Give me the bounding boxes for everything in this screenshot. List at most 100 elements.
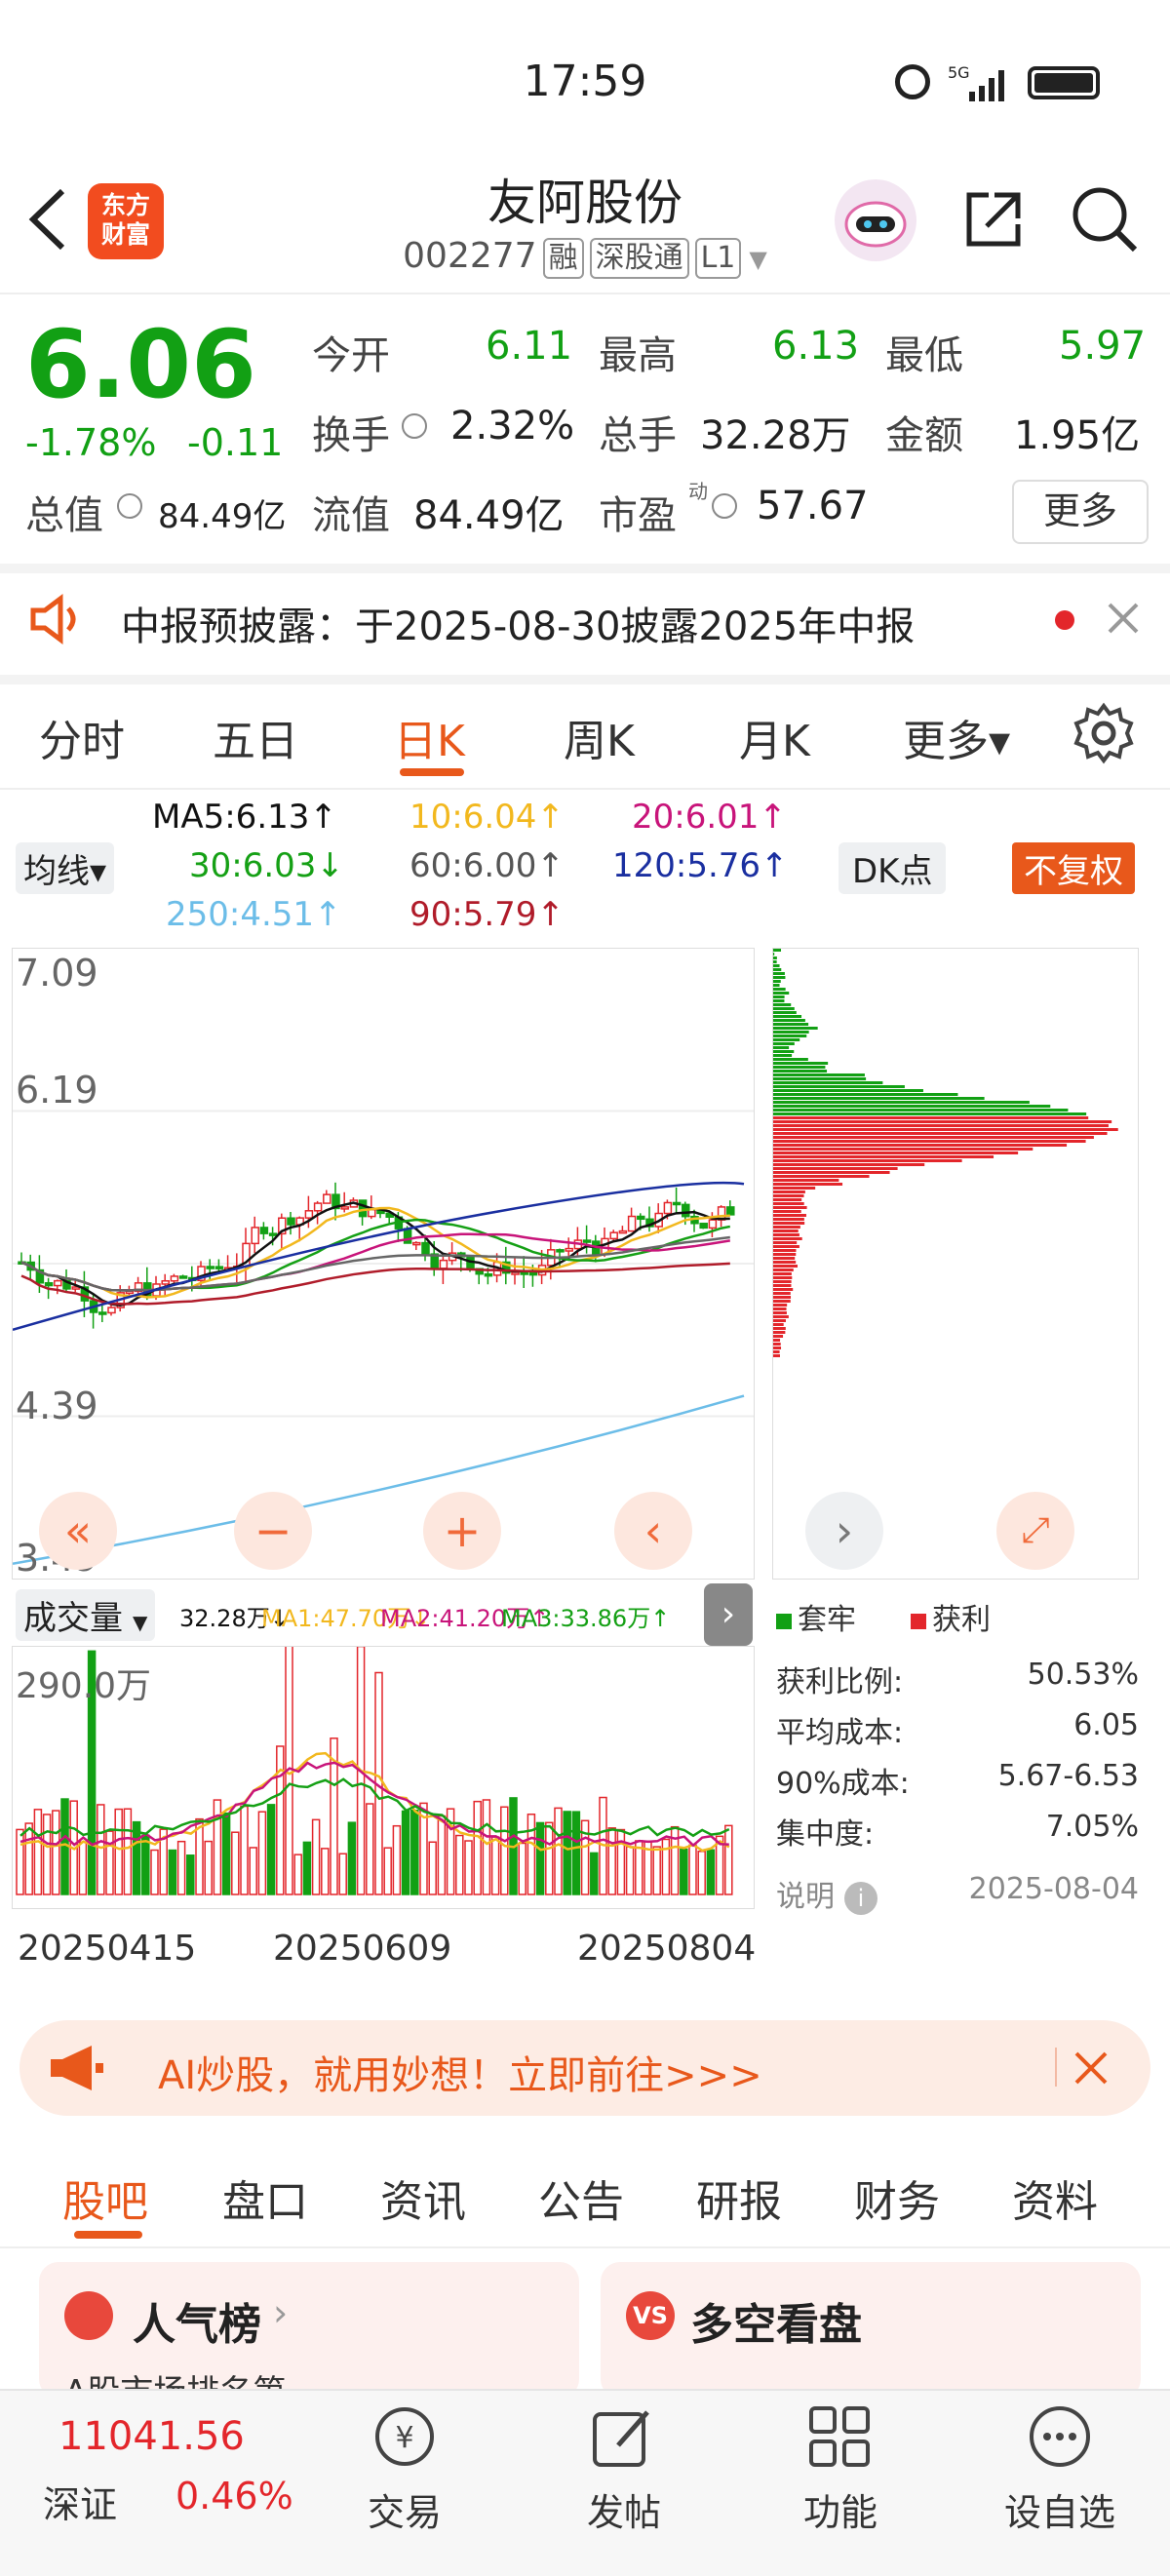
volume-value: 32.28万 <box>700 413 851 458</box>
robot-avatar-icon[interactable] <box>835 179 916 261</box>
tab-five-day[interactable]: 五日 <box>213 706 298 768</box>
ai-banner-text[interactable]: AI炒股，就用妙想！立即前往>>> <box>158 2044 762 2100</box>
chip-bar <box>773 1272 792 1275</box>
index-value[interactable]: 11041.56 <box>58 2414 245 2459</box>
pe-label: 市盈 <box>599 493 677 538</box>
ma90-value: 90:5.79↑ <box>410 895 565 934</box>
svg-text:¥: ¥ <box>395 2421 413 2455</box>
chip-bar <box>773 1222 805 1225</box>
tab-research[interactable]: 研报 <box>696 2166 782 2229</box>
gear-icon[interactable] <box>1072 702 1135 768</box>
volume-bar <box>428 1841 437 1895</box>
volume-bar <box>697 1851 706 1895</box>
tab-financials[interactable]: 财务 <box>854 2166 940 2229</box>
chip-bar <box>773 1183 843 1186</box>
index-change: 0.46% <box>176 2475 293 2517</box>
chip-bar <box>773 1050 795 1053</box>
volume-selector[interactable]: 成交量 ▼ <box>16 1589 156 1641</box>
expand-icon[interactable]: ⤢ <box>996 1492 1074 1570</box>
volume-bar <box>464 1840 473 1895</box>
zoom-out-button[interactable]: − <box>234 1492 312 1570</box>
legend-loss-label: 套牢 <box>798 1603 856 1637</box>
nav-add-watchlist[interactable]: 设自选 <box>987 2482 1133 2536</box>
info-icon[interactable] <box>117 493 142 519</box>
more-button[interactable]: 更多 <box>1012 480 1149 544</box>
speaker-icon <box>27 593 86 649</box>
kline-svg <box>12 1110 754 1566</box>
chip-bar <box>773 1089 923 1092</box>
nav-functions[interactable]: 功能 <box>782 2482 899 2536</box>
chip-bar <box>773 1233 800 1236</box>
grid-icon[interactable] <box>805 2402 874 2475</box>
volume-bar <box>240 1805 249 1895</box>
volume-bar <box>321 1848 330 1895</box>
dk-point-selector[interactable]: DK点 <box>838 842 947 894</box>
volume-bar <box>392 1824 402 1895</box>
expand-indicators-button[interactable]: › <box>704 1583 753 1646</box>
amount-label: 金额 <box>885 413 963 458</box>
search-icon[interactable] <box>1069 183 1141 259</box>
scroll-left-button[interactable]: ‹ <box>614 1492 692 1570</box>
chip-bar <box>773 1151 1019 1154</box>
chip-bar <box>773 1218 804 1221</box>
candle-body <box>565 1247 573 1252</box>
candle-body <box>511 1271 520 1275</box>
chip-bar <box>773 992 790 995</box>
tab-more[interactable]: 更多▾ <box>903 706 1010 768</box>
compose-icon[interactable] <box>589 2402 657 2475</box>
tab-profile[interactable]: 资料 <box>1012 2166 1098 2229</box>
candle-body <box>520 1271 528 1275</box>
share-icon[interactable] <box>959 185 1028 257</box>
candle-body <box>627 1215 637 1232</box>
pe-value: 57.67 <box>757 484 869 528</box>
notice-text[interactable]: 中报预披露：于2025-08-30披露2025年中报 <box>121 595 915 651</box>
chip-bar <box>773 1253 797 1256</box>
chip-bar <box>773 1175 870 1178</box>
trade-icon[interactable]: ¥ <box>370 2402 439 2475</box>
tab-announcements[interactable]: 公告 <box>538 2166 624 2229</box>
tab-intraday[interactable]: 分时 <box>39 706 125 768</box>
chip-bar <box>773 1062 829 1065</box>
volume-bar <box>607 1827 616 1895</box>
candle-body <box>439 1259 448 1269</box>
candle-body <box>682 1203 690 1218</box>
chip-distribution-chart[interactable] <box>772 948 1139 1580</box>
candle-body <box>214 1266 224 1269</box>
tab-weekly-k[interactable]: 周K <box>564 706 635 768</box>
open-value: 6.11 <box>486 324 573 369</box>
date-label: 20250804 <box>577 1929 757 1969</box>
info-icon[interactable] <box>402 413 427 439</box>
zoom-in-button[interactable]: + <box>423 1492 501 1570</box>
explain-link[interactable]: 说明 i <box>776 1872 878 1915</box>
tab-daily-k[interactable]: 日K <box>394 706 465 768</box>
legend-profit: 获利 <box>911 1595 991 1638</box>
volume-bar <box>535 1821 545 1895</box>
ma-selector[interactable]: 均线▾ <box>16 842 115 894</box>
chip-bar <box>773 1105 1051 1108</box>
nav-trade[interactable]: 交易 <box>346 2482 463 2536</box>
chip-bar <box>773 1109 1069 1112</box>
chip-bar <box>773 1194 804 1197</box>
chevron-right-icon[interactable]: › <box>805 1492 883 1570</box>
close-icon[interactable] <box>1104 599 1143 642</box>
candle-body <box>672 1201 682 1206</box>
tab-monthly-k[interactable]: 月K <box>739 706 810 768</box>
tab-guba[interactable]: 股吧 <box>62 2166 148 2229</box>
volume-bar <box>204 1840 213 1895</box>
chip-bar <box>773 1112 1087 1115</box>
popularity-card[interactable]: 人气榜 › A股市场排名第 <box>39 2262 579 2399</box>
chip-bar <box>773 1292 791 1295</box>
adjust-button[interactable]: 不复权 <box>1012 842 1135 894</box>
more-dots-icon[interactable] <box>1026 2402 1094 2475</box>
nav-post[interactable]: 发帖 <box>566 2482 682 2536</box>
chevron-down-icon[interactable]: ▼ <box>749 246 766 273</box>
ma5-value: MA5:6.13↑ <box>152 798 337 837</box>
close-icon[interactable] <box>1071 2048 1112 2092</box>
scroll-left-fast-button[interactable]: « <box>39 1492 117 1570</box>
info-icon[interactable] <box>712 493 737 519</box>
tab-order-book[interactable]: 盘口 <box>222 2166 308 2229</box>
kline-chart[interactable] <box>12 948 755 1580</box>
volume-bar <box>150 1849 159 1895</box>
long-short-card[interactable]: VS 多空看盘 <box>601 2262 1141 2399</box>
tab-news[interactable]: 资讯 <box>380 2166 466 2229</box>
